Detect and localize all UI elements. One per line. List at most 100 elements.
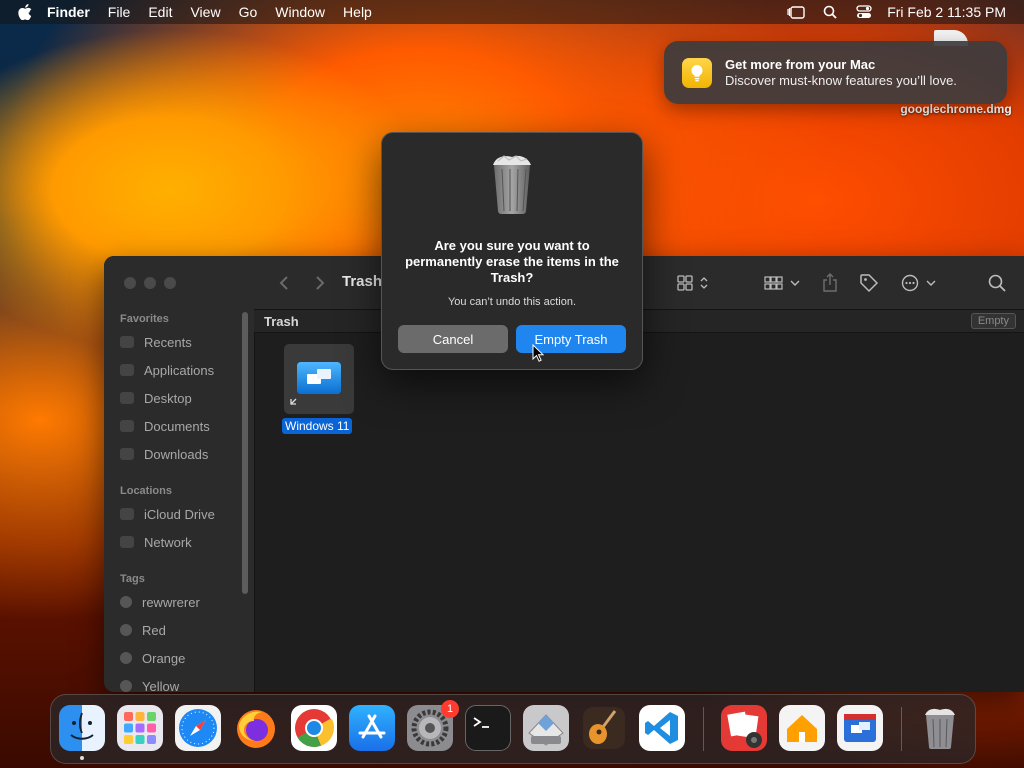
trash-full-icon [925, 708, 955, 749]
close-window-button[interactable] [124, 277, 136, 289]
stage-manager-icon[interactable] [779, 0, 813, 24]
menu-bar: Finder File Edit View Go Window Help Fri… [0, 0, 1024, 24]
finder-sidebar: Favorites Recents Applications Desktop D… [104, 256, 255, 692]
tag-dot-icon [120, 596, 132, 608]
alias-arrow-icon [290, 398, 297, 405]
search-button[interactable] [986, 270, 1008, 296]
dock-app-finder[interactable] [59, 705, 105, 751]
chevron-right-icon [316, 276, 325, 290]
sidebar-item-label: iCloud Drive [144, 506, 215, 522]
empty-button[interactable]: Empty [970, 313, 1016, 329]
sidebar-tag-red[interactable]: Red [120, 619, 166, 641]
windows-app-icon [290, 362, 341, 405]
sidebar-item-icloud-drive[interactable]: iCloud Drive [120, 503, 215, 525]
grid-icon [677, 275, 708, 291]
tag-dot-icon [120, 680, 132, 692]
apple-logo-icon[interactable] [18, 4, 32, 20]
globe-icon [120, 536, 134, 548]
forward-button[interactable] [310, 270, 330, 296]
menu-help[interactable]: Help [334, 0, 381, 24]
minimize-window-button[interactable] [144, 277, 156, 289]
sidebar-item-label: Red [142, 622, 166, 638]
document-icon [120, 420, 134, 432]
applications-icon [120, 364, 134, 376]
cloud-icon [120, 508, 134, 520]
sidebar-item-label: Documents [144, 418, 210, 434]
share-icon [823, 273, 837, 292]
guitar-icon [583, 707, 625, 749]
search-icon [988, 274, 1006, 292]
dock-app-safari[interactable] [175, 705, 221, 751]
dock-app-photo-booth[interactable] [721, 705, 767, 751]
menu-edit[interactable]: Edit [139, 0, 181, 24]
sidebar-item-documents[interactable]: Documents [120, 415, 210, 437]
cancel-button[interactable]: Cancel [398, 325, 508, 353]
dock-separator [703, 707, 704, 751]
dock-app-boot-camp[interactable] [523, 705, 569, 751]
sidebar-item-label: Yellow [142, 678, 180, 693]
dock-app-garageband[interactable] [581, 705, 627, 751]
sidebar-item-network[interactable]: Network [120, 531, 192, 553]
menu-view[interactable]: View [181, 0, 229, 24]
safari-compass-icon [179, 709, 217, 747]
dock-app-system-settings[interactable]: 1 [407, 700, 459, 751]
dock-app-terminal[interactable] [465, 705, 511, 751]
boot-camp-disk-icon [528, 714, 564, 746]
mouse-pointer-icon [532, 344, 544, 362]
app-store-icon [358, 714, 386, 739]
back-button[interactable] [274, 270, 294, 296]
dock-app-launchpad[interactable] [117, 705, 163, 751]
group-grid-icon [764, 276, 800, 290]
dock-app-trash[interactable] [917, 705, 963, 751]
desktop-icon [120, 392, 134, 404]
photo-booth-icon [727, 711, 762, 748]
sidebar-header-locations: Locations [120, 485, 172, 497]
tag-dot-icon [120, 652, 132, 664]
notification-text: Discover must-know features you’ll love. [725, 73, 957, 88]
alert-message: You can’t undo this action. [447, 296, 577, 308]
house-icon [787, 715, 817, 742]
action-menu-button[interactable] [900, 270, 940, 296]
control-center-icon[interactable] [847, 0, 881, 24]
sidebar-item-downloads[interactable]: Downloads [120, 443, 208, 465]
group-button[interactable] [762, 270, 804, 296]
dock-app-firefox[interactable] [233, 705, 279, 751]
tags-button[interactable] [858, 270, 880, 296]
sidebar-item-label: Applications [144, 362, 215, 378]
window-title: Trash [342, 273, 383, 290]
dock-app-chrome[interactable] [291, 705, 337, 751]
menu-app-name[interactable]: Finder [38, 0, 99, 24]
notification-title: Get more from your Mac [725, 57, 876, 72]
menu-window[interactable]: Window [266, 0, 334, 24]
menu-file[interactable]: File [99, 0, 140, 24]
dock-app-windows-app[interactable] [837, 705, 883, 751]
menu-clock[interactable]: Fri Feb 2 11:35 PM [881, 4, 1024, 20]
sidebar-header-favorites: Favorites [120, 313, 169, 325]
dock-app-home[interactable] [779, 705, 825, 751]
notification-banner[interactable]: Get more from your Mac Discover must-kno… [664, 41, 1007, 104]
menu-go[interactable]: Go [230, 0, 267, 24]
sidebar-item-recents[interactable]: Recents [120, 331, 192, 353]
download-icon [120, 448, 134, 460]
firefox-icon [237, 710, 275, 748]
file-item-label: Windows 11 [282, 418, 353, 434]
windows-app-icon [844, 714, 876, 742]
view-mode-button[interactable] [674, 270, 714, 296]
sidebar-tag-rewwrerer[interactable]: rewwrerer [120, 591, 200, 613]
sidebar-item-desktop[interactable]: Desktop [120, 387, 192, 409]
clock-icon [120, 336, 134, 348]
sidebar-tag-orange[interactable]: Orange [120, 647, 185, 669]
sidebar-scrollbar[interactable] [242, 312, 248, 594]
sidebar-item-applications[interactable]: Applications [120, 359, 214, 381]
lightbulb-icon [682, 58, 712, 88]
sidebar-tag-yellow[interactable]: Yellow [120, 675, 179, 692]
file-thumbnail [284, 344, 354, 414]
share-button[interactable] [820, 270, 840, 296]
dock-app-vscode[interactable] [639, 705, 685, 751]
search-icon[interactable] [813, 0, 847, 24]
dock-app-app-store[interactable] [349, 705, 395, 751]
dock: 1 [50, 694, 976, 764]
launchpad-grid-icon [124, 712, 156, 744]
running-indicator [80, 756, 84, 760]
zoom-window-button[interactable] [164, 277, 176, 289]
